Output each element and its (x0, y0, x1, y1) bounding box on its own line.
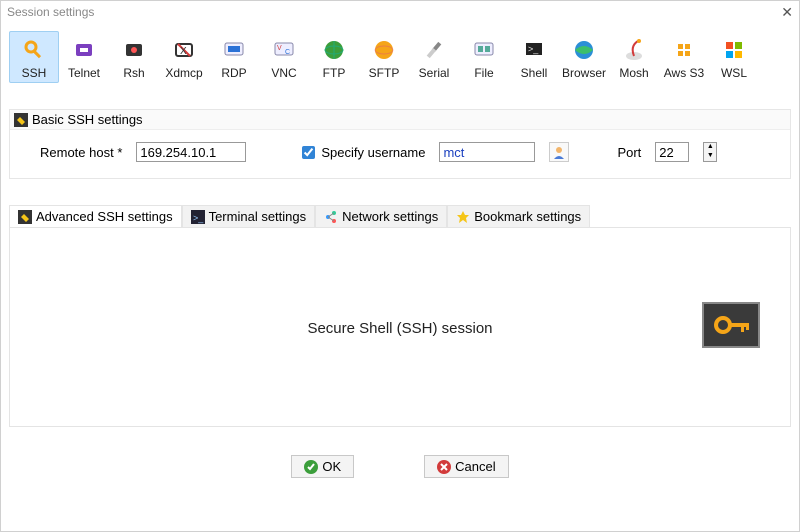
session-type-label: Serial (410, 66, 458, 80)
session-type-icon (460, 36, 508, 64)
session-settings-window: Session settings ✕ SSHTelnetRsh X XdmcpRDP… (0, 0, 800, 532)
session-type-telnet[interactable]: Telnet (59, 31, 109, 83)
tab-terminal-settings[interactable]: >_ Terminal settings (182, 205, 316, 227)
remote-host-input[interactable] (136, 142, 246, 162)
session-type-label: File (460, 66, 508, 80)
session-type-icon (210, 36, 258, 64)
cancel-icon (437, 460, 451, 474)
session-type-mosh[interactable]: Mosh (609, 31, 659, 83)
ok-icon (304, 460, 318, 474)
session-type-label: Xdmcp (160, 66, 208, 80)
session-type-icon (560, 36, 608, 64)
tab-label: Advanced SSH settings (36, 209, 173, 224)
session-type-label: SSH (10, 66, 58, 80)
session-type-wsl[interactable]: WSL (709, 31, 759, 83)
tab-label: Terminal settings (209, 209, 307, 224)
tab-content: Secure Shell (SSH) session (9, 227, 791, 427)
tab-advanced-ssh-settings[interactable]: Advanced SSH settings (9, 205, 182, 227)
tab-bookmark-settings[interactable]: Bookmark settings (447, 205, 590, 227)
session-type-icon (110, 36, 158, 64)
session-type-rsh[interactable]: Rsh (109, 31, 159, 83)
remote-host-label: Remote host * (40, 145, 122, 160)
session-type-icon (10, 36, 58, 64)
session-type-icon (410, 36, 458, 64)
svg-text:C: C (285, 49, 290, 56)
ssh-key-graphic (702, 302, 760, 348)
titlebar: Session settings ✕ (1, 1, 799, 23)
session-type-file[interactable]: File (459, 31, 509, 83)
user-picker-icon[interactable] (549, 142, 569, 162)
tool-icon (18, 210, 32, 224)
cancel-label: Cancel (455, 459, 495, 474)
window-title: Session settings (7, 5, 94, 19)
session-type-label: Mosh (610, 66, 658, 80)
session-type-label: VNC (260, 66, 308, 80)
dialog-buttons: OK Cancel (1, 455, 799, 478)
username-input[interactable] (439, 142, 535, 162)
svg-text:>_: >_ (193, 213, 204, 223)
session-type-icon: X (160, 36, 208, 64)
session-type-label: Telnet (60, 66, 108, 80)
tool-icon (14, 113, 28, 127)
ok-label: OK (322, 459, 341, 474)
network-icon (324, 210, 338, 224)
spinner-down-icon[interactable]: ▼ (704, 152, 716, 161)
basic-ssh-title: Basic SSH settings (32, 112, 143, 127)
session-type-label: Rsh (110, 66, 158, 80)
session-type-icon (610, 36, 658, 64)
tab-network-settings[interactable]: Network settings (315, 205, 447, 227)
session-type-label: SFTP (360, 66, 408, 80)
session-type-icon (660, 36, 708, 64)
session-type-label: Shell (510, 66, 558, 80)
session-type-label: Browser (560, 66, 608, 80)
session-type-icon (360, 36, 408, 64)
session-type-icon (60, 36, 108, 64)
session-type-icon: >_ (510, 36, 558, 64)
specify-username-check[interactable] (302, 146, 315, 159)
session-type-label: FTP (310, 66, 358, 80)
settings-tabs: Advanced SSH settings >_ Terminal settings… (9, 205, 791, 227)
basic-ssh-panel: Basic SSH settings Remote host * Specify… (9, 109, 791, 179)
specify-username-label: Specify username (321, 145, 425, 160)
session-type-label: RDP (210, 66, 258, 80)
session-type-label: WSL (710, 66, 758, 80)
session-description: Secure Shell (SSH) session (10, 320, 790, 337)
session-type-aws-s3[interactable]: Aws S3 (659, 31, 709, 83)
session-type-icon: VC (260, 36, 308, 64)
ok-button[interactable]: OK (291, 455, 354, 478)
specify-username-checkbox[interactable]: Specify username (298, 143, 425, 162)
session-type-label: Aws S3 (660, 66, 708, 80)
port-input[interactable] (655, 142, 689, 162)
svg-text:>_: >_ (528, 44, 539, 54)
session-type-shell[interactable]: >_ Shell (509, 31, 559, 83)
session-type-row: SSHTelnetRshXXdmcpRDPVCVNCFTPSFTPSerialF… (1, 23, 799, 89)
basic-ssh-body: Remote host * Specify username Port ▲▼ (10, 130, 790, 178)
session-type-ftp[interactable]: FTP (309, 31, 359, 83)
session-type-serial[interactable]: Serial (409, 31, 459, 83)
cancel-button[interactable]: Cancel (424, 455, 508, 478)
session-type-icon (710, 36, 758, 64)
svg-text:V: V (277, 45, 282, 52)
session-type-xdmcp[interactable]: X Xdmcp (159, 31, 209, 83)
session-type-ssh[interactable]: SSH (9, 31, 59, 83)
tab-label: Network settings (342, 209, 438, 224)
basic-ssh-header: Basic SSH settings (10, 110, 790, 130)
session-type-vnc[interactable]: VC VNC (259, 31, 309, 83)
session-type-browser[interactable]: Browser (559, 31, 609, 83)
session-type-rdp[interactable]: RDP (209, 31, 259, 83)
port-label: Port (617, 145, 641, 160)
session-type-icon (310, 36, 358, 64)
session-type-sftp[interactable]: SFTP (359, 31, 409, 83)
star-icon (456, 210, 470, 224)
port-spinner[interactable]: ▲▼ (703, 142, 717, 162)
tab-label: Bookmark settings (474, 209, 581, 224)
terminal-icon: >_ (191, 210, 205, 224)
spinner-up-icon[interactable]: ▲ (704, 143, 716, 152)
svg-text:X: X (180, 46, 187, 57)
close-icon[interactable]: ✕ (781, 4, 793, 21)
